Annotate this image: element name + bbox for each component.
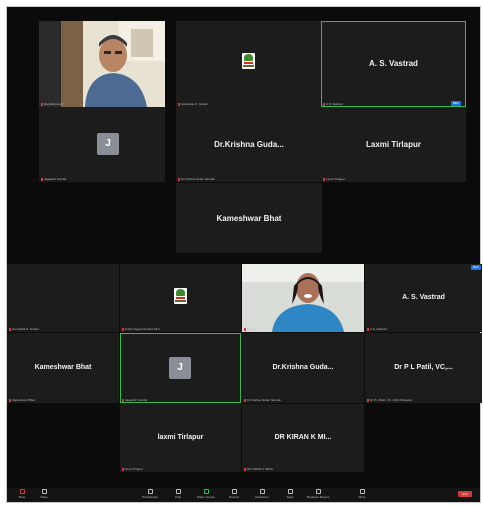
avatar: J xyxy=(169,357,191,379)
mic-muted-icon xyxy=(122,398,124,402)
participants-icon xyxy=(147,489,153,494)
participant-name: A. S. Vastrad xyxy=(369,59,418,68)
mic-muted-icon xyxy=(122,327,124,331)
screenshot-frame: Raj Manjunath Gurudatta K. Guduri A. S. … xyxy=(6,6,482,503)
mic-muted-icon xyxy=(244,467,246,471)
participant-name: Dr.Krishna Guda... xyxy=(214,140,284,149)
participant-name: Laxmi Tirlapur xyxy=(366,140,421,149)
chat-icon xyxy=(175,489,181,494)
meeting-toolbar: Mute Video Participants Chat Share Scree… xyxy=(7,488,480,502)
video-tile-t2[interactable]: Gurudatta K. Guduri xyxy=(176,21,322,107)
participant-label: Jagadish Sundar xyxy=(122,398,148,402)
video-tile-t5[interactable]: Dr.Krishna Guda... Dr.Krishna Guda Yarne… xyxy=(176,107,322,182)
mic-muted-icon xyxy=(9,327,11,331)
video-tile-b3[interactable]: Laxmi xyxy=(242,264,364,332)
video-tile-t6[interactable]: Laxmi Tirlapur Laxmi Tirlapur xyxy=(321,107,466,182)
video-tile-b5[interactable]: Kameshwar Bhat Kameshwar Bhat xyxy=(7,333,119,403)
mic-muted-icon xyxy=(323,102,325,106)
mic-muted-icon xyxy=(367,327,369,331)
video-tile-b9[interactable]: laxmi Tirlapur laxmi Tirlapur xyxy=(120,404,241,472)
reactions-icon xyxy=(259,489,265,494)
video-tile-b2[interactable]: Krishi Vigyan Kendra Sirsi xyxy=(120,264,241,332)
participant-label: Gurudatta K. Guduri xyxy=(9,327,39,331)
breakout-rooms-icon xyxy=(315,489,321,494)
participant-label: laxmi Tirlapur xyxy=(122,467,143,471)
more-icon xyxy=(359,489,365,494)
video-tile-t7[interactable]: Kameshwar Bhat xyxy=(176,183,322,253)
mic-muted-icon xyxy=(244,398,246,402)
end-meeting-button[interactable]: End xyxy=(458,491,472,497)
video-button[interactable]: Video xyxy=(33,489,55,499)
video-tile-t1[interactable]: Raj Manjunath xyxy=(39,21,165,107)
participant-name: laxmi Tirlapur xyxy=(157,434,204,441)
recording-badge: REC xyxy=(451,101,461,106)
record-button[interactable]: Record xyxy=(223,489,245,499)
video-tile-b6[interactable]: J Jagadish Sundar xyxy=(120,333,241,403)
participant-label: Krishi Vigyan Kendra Sirsi xyxy=(122,327,160,331)
mic-muted-icon xyxy=(41,102,43,106)
reactions-button[interactable]: Reactions xyxy=(251,489,273,499)
participant-video xyxy=(61,21,165,107)
video-tile-b8[interactable]: Dr P L Patil, VC,... Dr P L Patil, VC, U… xyxy=(365,333,482,403)
apps-icon xyxy=(287,489,293,494)
participant-name: Kameshwar Bhat xyxy=(34,364,92,371)
apps-button[interactable]: Apps xyxy=(279,489,301,499)
participant-name: DR KIRAN K MI... xyxy=(274,434,332,441)
kvk-logo-icon xyxy=(174,288,187,304)
mic-muted-icon xyxy=(244,327,246,331)
participant-label: A.S. Vastrad xyxy=(323,102,343,106)
participant-label: Raj Manjunath xyxy=(41,102,63,106)
share-screen-button[interactable]: Share Screen xyxy=(195,489,217,499)
participant-video xyxy=(242,264,364,332)
participant-label: Jagadish Sundar xyxy=(41,177,67,181)
recording-badge: REC xyxy=(471,265,481,270)
mic-muted-icon xyxy=(367,398,369,402)
mic-muted-icon xyxy=(41,177,43,181)
mic-muted-icon xyxy=(9,398,11,402)
participant-name: Dr P L Patil, VC,... xyxy=(394,364,453,371)
record-icon xyxy=(231,489,237,494)
more-button[interactable]: More xyxy=(351,489,373,499)
participant-label: Kameshwar Bhat xyxy=(9,398,35,402)
participants-button[interactable]: Participants xyxy=(139,489,161,499)
participant-label: Laxmi xyxy=(244,327,255,331)
participant-label: Dr P L Patil, VC, UAS Dharwad xyxy=(367,398,412,402)
avatar: J xyxy=(97,133,119,155)
mic-muted-icon xyxy=(122,467,124,471)
participant-label: Dr.Krishna Guda Yarnelle xyxy=(244,398,281,402)
video-tile-t3[interactable]: A. S. Vastrad A.S. Vastrad xyxy=(321,21,466,107)
participant-label: Gurudatta K. Guduri xyxy=(178,102,208,106)
video-tile-b4[interactable]: A. S. Vastrad A.S. Vastrad xyxy=(365,264,482,332)
participant-label: DR KIRAN K MIRJI xyxy=(244,467,273,471)
camera-icon xyxy=(41,489,47,494)
share-screen-icon xyxy=(203,489,209,494)
video-tile-t4[interactable]: J Jagadish Sundar xyxy=(39,107,165,182)
kvk-logo-icon xyxy=(242,53,255,69)
video-tile-b7[interactable]: Dr.Krishna Guda... Dr.Krishna Guda Yarne… xyxy=(242,333,364,403)
breakout-rooms-button[interactable]: Breakout Rooms xyxy=(307,489,329,499)
video-tile-b10[interactable]: DR KIRAN K MI... DR KIRAN K MIRJI xyxy=(242,404,364,472)
participant-name: A. S. Vastrad xyxy=(402,294,445,301)
participant-name: Kameshwar Bhat xyxy=(216,214,282,223)
mic-muted-icon xyxy=(178,177,180,181)
participant-label: Laxmi Tirlapur xyxy=(323,177,345,181)
mute-button[interactable]: Mute xyxy=(11,489,33,499)
mic-muted-icon xyxy=(323,177,325,181)
chat-button[interactable]: Chat xyxy=(167,489,189,499)
participant-name: Dr.Krishna Guda... xyxy=(272,364,334,371)
participant-label: A.S. Vastrad xyxy=(367,327,387,331)
mic-muted-icon xyxy=(178,102,180,106)
video-tile-b1[interactable]: Gurudatta K. Guduri xyxy=(7,264,119,332)
participant-label: Dr.Krishna Guda Yarnelle xyxy=(178,177,215,181)
microphone-icon xyxy=(19,489,25,494)
